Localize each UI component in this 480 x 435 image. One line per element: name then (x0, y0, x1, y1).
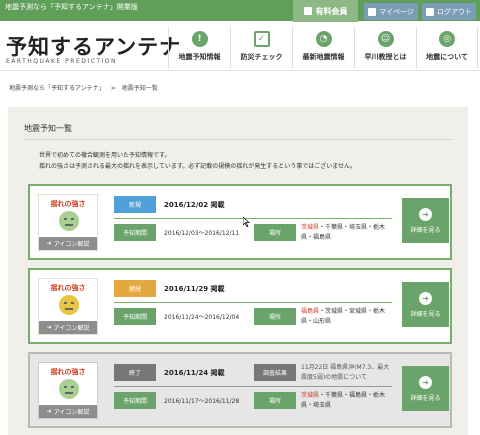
nav-item-about[interactable]: ◎ 地震について (416, 27, 478, 68)
detail-button[interactable]: ➜ 詳細を見る (402, 366, 449, 411)
status-badge: 継続 (114, 280, 156, 297)
icon-legend-label: アイコン解説 (53, 325, 90, 332)
arrow-right-icon: ➜ (46, 240, 52, 247)
nav-item-professor[interactable]: ☺ 早川教授とは (354, 27, 416, 68)
header-divider (0, 70, 480, 71)
period-value: 2016/11/17〜2016/11/28 (164, 398, 240, 405)
nav-item-check[interactable]: ✓ 防災チェック (230, 27, 292, 68)
detail-label: 詳細を見る (410, 394, 441, 402)
site-logo[interactable]: 予知するアンテナ EARTHQUAKE PREDICTION (6, 34, 182, 66)
publish-date: 2016/11/24 掲載 (164, 369, 225, 377)
logout-label: ログアウト (437, 7, 472, 16)
arrow-circle-icon: ➜ (419, 291, 432, 305)
tagline: 地震予測なら「予知するアンテナ」開業版 (5, 3, 138, 11)
member-icon (303, 7, 312, 15)
checklist-icon: ✓ (253, 31, 270, 47)
place-label: 場所 (254, 224, 296, 241)
shake-intensity-box: 揺れの強さ ➜ アイコン解説 (38, 194, 98, 251)
mypage-label: マイページ (379, 7, 414, 16)
period-label: 予知期間 (114, 224, 156, 241)
card-divider (114, 218, 392, 219)
main-nav: ! 地震予知情報 ✓ 防災チェック ◔ 最新地震情報 ☺ 早川教授とは ◎ 地震… (168, 27, 478, 68)
arrow-right-icon: ➜ (46, 324, 52, 331)
place-primary: 福島県 (301, 308, 320, 315)
arrow-circle-icon: ➜ (419, 207, 432, 221)
place-primary: 茨城県 (301, 392, 320, 399)
alert-icon: ! (191, 31, 208, 47)
person-icon (368, 7, 377, 16)
nav-label: 最新地震情報 (302, 53, 345, 61)
nav-item-latest[interactable]: ◔ 最新地震情報 (292, 27, 354, 68)
icon-legend-link[interactable]: ➜ アイコン解説 (39, 237, 97, 250)
detail-label: 詳細を見る (410, 226, 441, 234)
place-value: 茨城県・千葉県・埼玉県・栃木県・福島県 (301, 223, 396, 243)
detail-label: 詳細を見る (410, 310, 441, 318)
report-label: 調査結果 (254, 364, 296, 381)
breadcrumb-separator: > (110, 85, 116, 92)
period-value: 2016/12/03〜2016/12/11 (164, 230, 240, 237)
prediction-panel: 地震予知一覧 世界で初めての複合観測を用いた予知情報です。 揺れの強さは予測され… (8, 107, 468, 435)
target-icon: ◎ (439, 31, 455, 47)
shake-intensity-box: 揺れの強さ ➜ アイコン解説 (38, 278, 98, 335)
nav-label: 早川教授とは (364, 53, 407, 61)
period-label: 予知期間 (114, 308, 156, 325)
nav-label: 地震について (426, 53, 468, 61)
nav-label: 地震予知情報 (178, 53, 221, 61)
status-badge: 終了 (114, 364, 156, 381)
breadcrumb-current: 地震予知一覧 (121, 85, 158, 92)
prediction-card: 揺れの強さ ➜ アイコン解説 継続 2016/11/29 掲載 予知期間 201… (28, 268, 452, 344)
publish-date: 2016/11/29 掲載 (164, 285, 225, 293)
report-link[interactable]: 11月22日 福島県沖(M7.3、最大震度5弱)の地震について (301, 363, 393, 383)
page-title: 地震予知一覧 (24, 124, 72, 133)
arrow-right-icon: ➜ (46, 408, 52, 415)
face-icon (59, 295, 79, 315)
intro-text-1: 世界で初めての複合観測を用いた予知情報です。 (39, 152, 171, 159)
breadcrumb: 地震予測なら「予知するアンテナ」 > 地震予知一覧 (9, 83, 158, 92)
arrow-circle-icon: ➜ (419, 375, 432, 389)
place-label: 場所 (254, 392, 296, 409)
place-label: 場所 (254, 308, 296, 325)
face-icon (59, 211, 79, 231)
publish-date: 2016/12/02 掲載 (164, 201, 225, 209)
intro-text-2: 揺れの強さは予測される最大の揺れを表示しています。必ず記載の規模の揺れが発生する… (39, 163, 357, 170)
prediction-card: 揺れの強さ ➜ アイコン解説 終了 2016/11/24 掲載 調査結果 11月… (28, 352, 452, 428)
member-label: 有料会員 (315, 6, 348, 16)
logout-icon (426, 7, 434, 16)
place-primary: 茨城県 (301, 224, 320, 231)
mypage-button[interactable]: マイページ (364, 3, 418, 20)
logo-subtitle: EARTHQUAKE PREDICTION (6, 58, 117, 65)
card-divider (114, 386, 392, 387)
nav-item-prediction[interactable]: ! 地震予知情報 (168, 27, 230, 68)
breadcrumb-home[interactable]: 地震予測なら「予知するアンテナ」 (9, 85, 105, 92)
mouse-cursor-icon (243, 217, 250, 227)
shake-intensity-box: 揺れの強さ ➜ アイコン解説 (38, 362, 98, 419)
rss-icon: ◔ (315, 31, 332, 47)
detail-button[interactable]: ➜ 詳細を見る (402, 198, 449, 243)
place-value: 茨城県・千葉県・福島県・栃木県・埼玉県 (301, 391, 396, 411)
logo-title: 予知するアンテナ (6, 34, 182, 59)
status-badge: 新規 (114, 196, 156, 213)
face-icon (59, 379, 79, 399)
nav-label: 防災チェック (240, 53, 283, 61)
period-label: 予知期間 (114, 392, 156, 409)
detail-button[interactable]: ➜ 詳細を見る (402, 282, 449, 327)
title-divider (24, 139, 452, 140)
logout-button[interactable]: ログアウト (422, 3, 476, 20)
icon-legend-label: アイコン解説 (53, 241, 90, 248)
prediction-card: 揺れの強さ ➜ アイコン解説 新規 2016/12/02 掲載 予知期間 201… (28, 184, 452, 260)
icon-legend-link[interactable]: ➜ アイコン解説 (39, 405, 97, 418)
period-value: 2016/11/24〜2016/12/04 (164, 314, 240, 321)
icon-legend-link[interactable]: ➜ アイコン解説 (39, 321, 97, 334)
icon-legend-label: アイコン解説 (53, 409, 90, 416)
shake-intensity-title: 揺れの強さ (50, 200, 86, 208)
card-divider (114, 302, 392, 303)
place-value: 福島県・茨城県・宮城県・栃木県・山形県 (301, 307, 396, 327)
professor-icon: ☺ (377, 31, 394, 47)
shake-intensity-title: 揺れの強さ (50, 284, 86, 292)
shake-intensity-title: 揺れの強さ (50, 368, 86, 376)
member-button[interactable]: 有料会員 (293, 0, 358, 22)
